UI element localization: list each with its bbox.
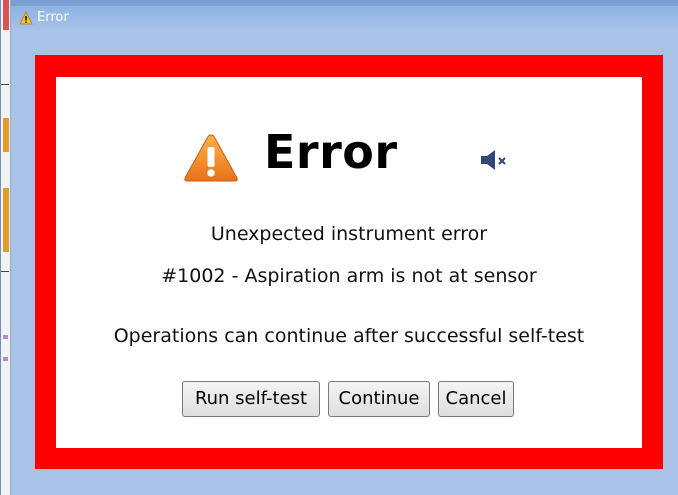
window-title: Error: [37, 10, 69, 25]
background-marker: [3, 0, 9, 30]
background-marker: [3, 118, 9, 152]
speaker-muted-icon[interactable]: [479, 149, 511, 171]
continue-button[interactable]: Continue: [328, 381, 430, 417]
background-app-edge: [1, 0, 11, 495]
dialog-header: Error: [56, 125, 642, 187]
warning-icon: [19, 11, 33, 25]
background-marker: [1, 271, 9, 272]
error-message: Unexpected instrument error: [210, 223, 488, 245]
background-marker: [3, 335, 8, 339]
instruction-message: Operations can continue after successful…: [113, 325, 585, 347]
background-marker: [1, 84, 9, 85]
run-self-test-button[interactable]: Run self-test: [182, 381, 320, 417]
background-marker: [3, 188, 9, 252]
warning-triangle-icon: [184, 134, 238, 182]
cancel-button[interactable]: Cancel: [438, 381, 514, 417]
dialog-content: Error Unexpected instrument error #1002 …: [56, 77, 642, 448]
title-bar[interactable]: Error: [11, 0, 678, 32]
error-window: Error Error Unexpected instrument error …: [0, 0, 678, 495]
background-marker: [3, 357, 8, 361]
dialog-heading: Error: [264, 125, 398, 179]
error-code-message: #1002 - Aspiration arm is not at sensor: [161, 265, 537, 287]
